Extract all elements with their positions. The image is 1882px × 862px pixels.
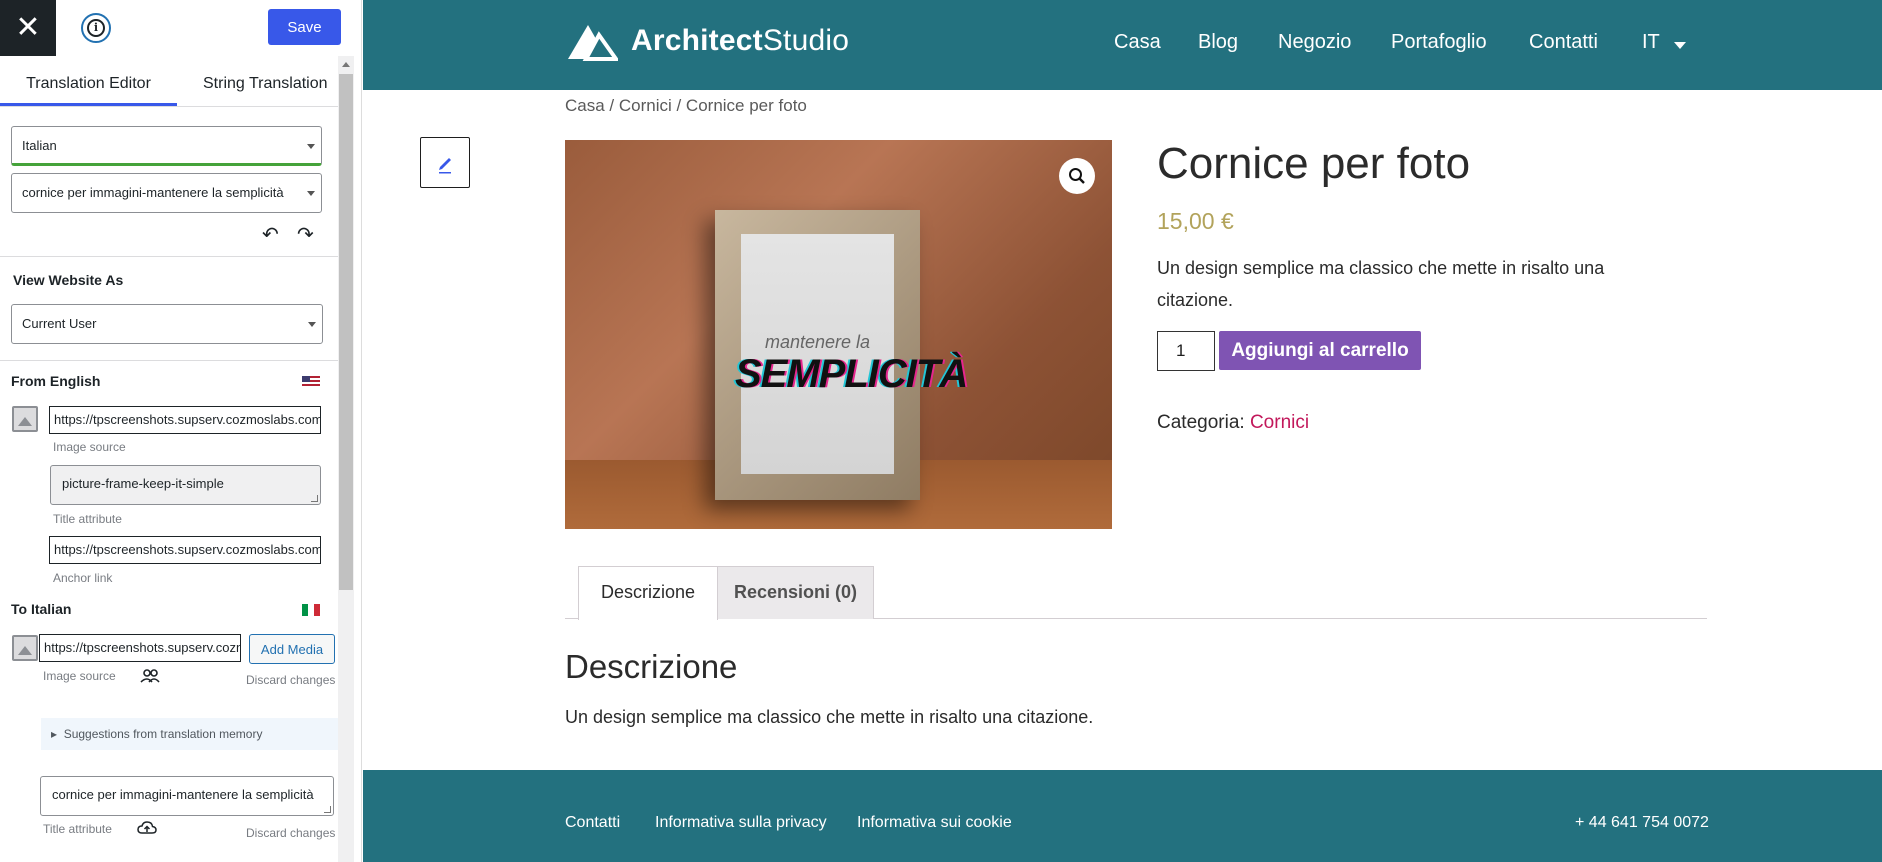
from-title-attribute-field[interactable]: picture-frame-keep-it-simple (50, 465, 321, 505)
image-caption-line2: SEMPLICITÀ (735, 352, 968, 396)
to-image-source-hint: Image source (43, 669, 116, 683)
description-text: Un design semplice ma classico che mette… (565, 707, 1094, 727)
to-italian-title: To Italian (11, 601, 72, 617)
info-icon[interactable]: i (81, 13, 111, 43)
nav-contact[interactable]: Contatti (1529, 31, 1598, 54)
tab-string-translation[interactable]: String Translation (177, 66, 357, 106)
picture-frame: mantenere la SEMPLICITÀ (715, 210, 968, 500)
editor-tabs: Translation Editor String Translation (0, 66, 338, 106)
image-placeholder-icon (12, 406, 38, 432)
footer-link-contact[interactable]: Contatti (565, 814, 620, 832)
chevron-down-icon (307, 144, 315, 149)
description-heading: Descrizione (565, 648, 738, 685)
product-image[interactable]: mantenere la SEMPLICITÀ (565, 140, 1112, 529)
suggestions-toggle[interactable]: ▸ Suggestions from translation memory (41, 718, 338, 750)
product-price: 15,00 € (1157, 208, 1234, 234)
chevron-down-icon[interactable] (1674, 42, 1686, 49)
save-button[interactable]: Save (268, 9, 341, 45)
undo-icon[interactable]: ↶ (262, 222, 279, 247)
view-as-select[interactable]: Current User (11, 304, 323, 344)
site-logo[interactable]: ArchitectStudio (631, 24, 849, 58)
discard-changes-link[interactable]: Discard changes (246, 673, 335, 687)
tab-description[interactable]: Descrizione (578, 566, 718, 620)
scrollbar-thumb[interactable] (339, 74, 353, 590)
zoom-icon (1069, 168, 1085, 184)
nav-blog[interactable]: Blog (1198, 31, 1238, 54)
logo-icon[interactable] (566, 21, 618, 61)
sidebar-toolbar: ✕ i Save (0, 0, 341, 56)
zoom-button[interactable] (1059, 158, 1095, 194)
edit-translation-button[interactable] (420, 137, 470, 188)
nav-home[interactable]: Casa (1114, 31, 1161, 54)
add-media-button[interactable]: Add Media (249, 634, 335, 664)
to-image-source-field[interactable]: https://tpscreenshots.supserv.cozmoslabs… (39, 634, 241, 662)
string-select-value: cornice per immagini-mantenere la sempli… (22, 185, 284, 200)
view-as-select-value: Current User (22, 316, 97, 331)
redo-icon[interactable]: ↷ (297, 222, 314, 247)
nav-shop[interactable]: Negozio (1278, 31, 1351, 54)
logo-bold: Architect (631, 24, 763, 57)
from-english-title: From English (11, 373, 101, 389)
language-select[interactable]: Italian (11, 126, 322, 166)
chevron-down-icon (307, 191, 315, 196)
close-icon[interactable]: ✕ (0, 0, 56, 56)
frame-canvas: mantenere la SEMPLICITÀ (735, 234, 968, 474)
quantity-input[interactable]: 1 (1157, 331, 1215, 371)
from-image-source-field[interactable]: https://tpscreenshots.supserv.cozmoslabs… (49, 406, 321, 434)
tab-translation-editor[interactable]: Translation Editor (0, 66, 177, 106)
footer-link-privacy[interactable]: Informativa sulla privacy (655, 814, 827, 832)
category-label: Categoria: (1157, 412, 1245, 433)
tab-reviews[interactable]: Recensioni (0) (717, 566, 874, 619)
people-icon[interactable] (140, 668, 160, 684)
to-title-attribute-hint: Title attribute (43, 822, 112, 836)
view-as-title: View Website As (13, 272, 124, 288)
nav-portfolio[interactable]: Portafoglio (1391, 31, 1487, 54)
cloud-upload-icon[interactable] (137, 820, 157, 836)
from-image-source-hint: Image source (53, 440, 126, 454)
from-anchor-link-field[interactable]: https://tpscreenshots.supserv.cozmoslabs… (49, 536, 321, 564)
scroll-up-icon[interactable] (342, 62, 350, 67)
translation-sidebar: ✕ i Save Translation Editor String Trans… (0, 0, 362, 862)
divider (0, 106, 338, 107)
logo-light: Studio (762, 24, 850, 57)
divider (0, 360, 338, 361)
it-flag-icon (302, 604, 320, 616)
footer-link-cookies[interactable]: Informativa sui cookie (857, 814, 1012, 832)
footer-phone: + 44 641 754 0072 (1575, 814, 1709, 831)
sidebar-scrollbar[interactable] (338, 56, 354, 862)
add-to-cart-button[interactable]: Aggiungi al carrello (1219, 331, 1421, 370)
website-preview: ArchitectStudio Casa Blog Negozio Portaf… (363, 0, 1882, 862)
image-caption-line1: mantenere la (764, 332, 871, 352)
chevron-down-icon (308, 322, 316, 327)
nav-language[interactable]: IT (1642, 31, 1660, 54)
product-short-description: Un design semplice ma classico che mette… (1157, 258, 1605, 310)
product-category: Categoria: Cornici (1157, 412, 1309, 434)
breadcrumb[interactable]: Casa / Cornici / Cornice per foto (565, 96, 807, 116)
string-select[interactable]: cornice per immagini-mantenere la sempli… (11, 173, 322, 213)
pencil-icon (439, 158, 451, 174)
from-title-attribute-hint: Title attribute (53, 512, 122, 526)
suggestions-label: Suggestions from translation memory (63, 727, 263, 741)
image-placeholder-icon (12, 635, 38, 661)
category-link[interactable]: Cornici (1250, 412, 1309, 433)
language-select-value: Italian (22, 138, 57, 153)
to-title-attribute-field[interactable]: cornice per immagini-mantenere la sempli… (40, 776, 334, 816)
product-title: Cornice per foto (1157, 139, 1471, 188)
site-header: ArchitectStudio Casa Blog Negozio Portaf… (363, 0, 1882, 90)
from-anchor-link-hint: Anchor link (53, 571, 113, 585)
discard-changes-link[interactable]: Discard changes (246, 826, 335, 840)
site-footer: Contatti Informativa sulla privacy Infor… (363, 770, 1882, 862)
divider (0, 256, 338, 257)
us-flag-icon (302, 376, 320, 388)
